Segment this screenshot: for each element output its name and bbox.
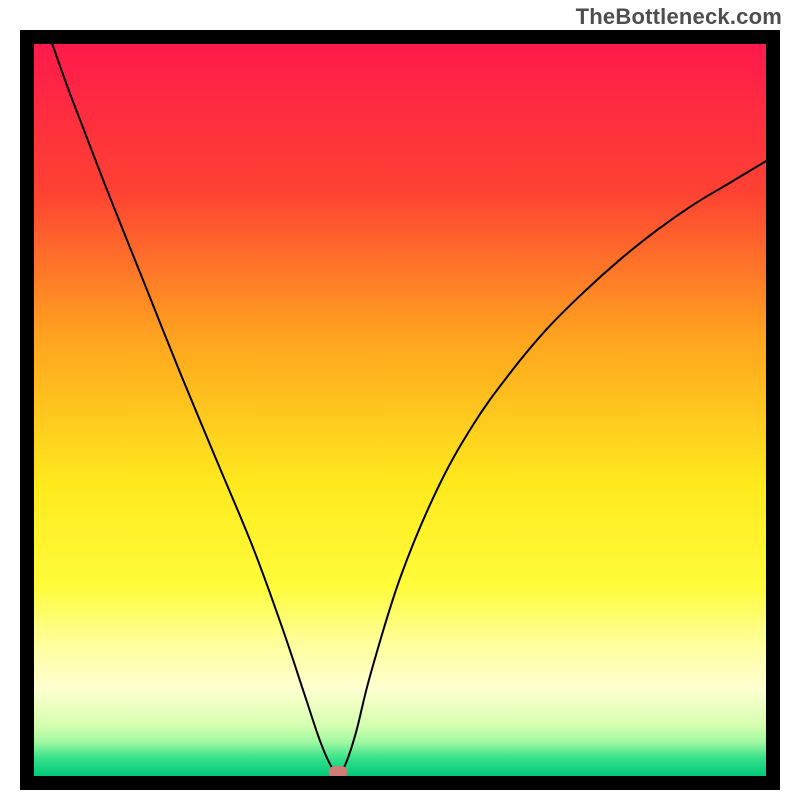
plot-frame: [20, 30, 780, 790]
gradient-background: [34, 44, 766, 776]
watermark-text: TheBottleneck.com: [576, 4, 782, 30]
optimal-point-marker: [328, 766, 347, 778]
chart-container: TheBottleneck.com: [0, 0, 800, 800]
